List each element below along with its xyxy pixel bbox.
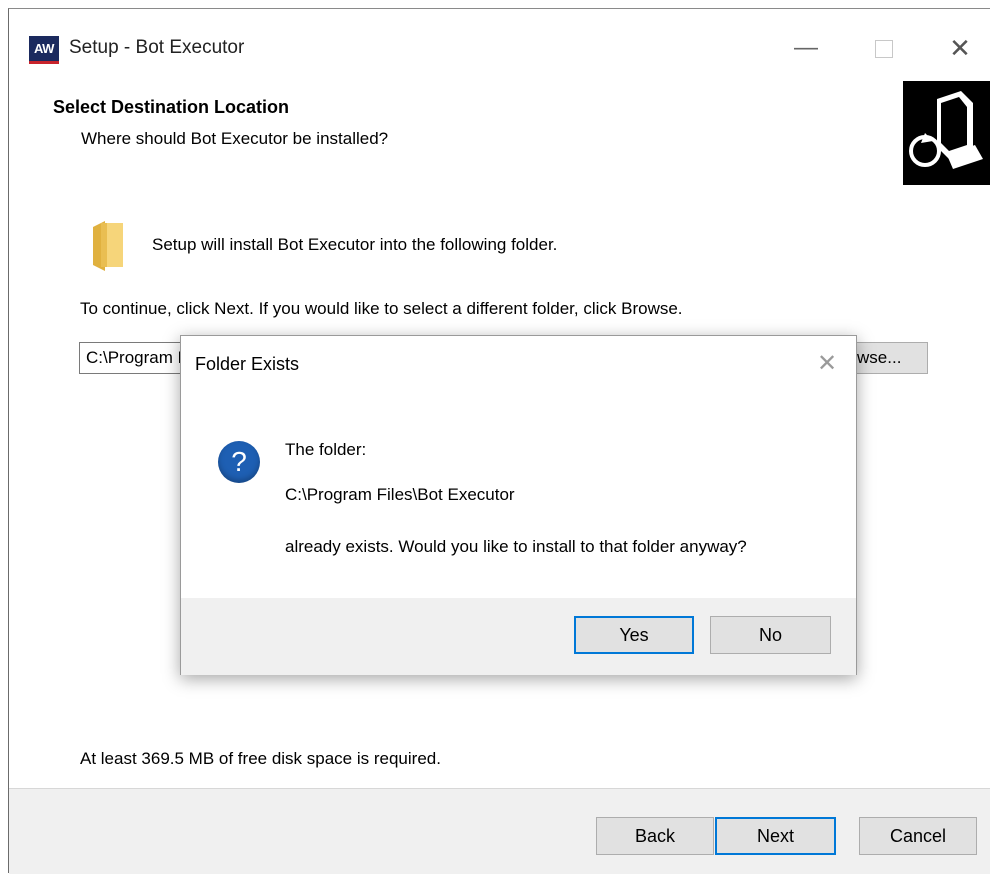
- app-logo-icon: AW: [29, 36, 59, 64]
- folder-icon: [91, 217, 125, 271]
- page-subtitle: Where should Bot Executor be installed?: [81, 129, 389, 148]
- cancel-button[interactable]: Cancel: [859, 817, 977, 855]
- dialog-message-path: C:\Program Files\Bot Executor: [285, 485, 515, 504]
- no-button[interactable]: No: [710, 616, 831, 654]
- disk-space-text: At least 369.5 MB of free disk space is …: [80, 749, 441, 768]
- instruction-text: To continue, click Next. If you would li…: [80, 299, 683, 318]
- next-button[interactable]: Next: [715, 817, 836, 855]
- footer-bar: [9, 789, 990, 874]
- dialog-message-line3: already exists. Would you like to instal…: [285, 537, 747, 556]
- installer-computer-icon: [903, 81, 990, 185]
- dialog-message-line1: The folder:: [285, 440, 367, 459]
- dialog-close-button[interactable]: ✕: [817, 349, 837, 378]
- minimize-button[interactable]: —: [789, 31, 823, 65]
- folder-exists-dialog: Folder Exists ✕ ? The folder: C:\Program…: [180, 335, 857, 675]
- title-bar: AW Setup - Bot Executor — ✕: [9, 9, 990, 85]
- close-button[interactable]: ✕: [943, 31, 977, 65]
- page-title: Select Destination Location: [53, 97, 290, 117]
- dialog-title: Folder Exists: [195, 354, 300, 374]
- yes-button[interactable]: Yes: [574, 616, 694, 654]
- window-title: Setup - Bot Executor: [69, 37, 245, 58]
- question-icon: ?: [218, 441, 260, 483]
- back-button[interactable]: Back: [596, 817, 714, 855]
- install-info-text: Setup will install Bot Executor into the…: [152, 235, 558, 254]
- maximize-icon: [875, 40, 893, 58]
- maximize-button[interactable]: [867, 31, 901, 65]
